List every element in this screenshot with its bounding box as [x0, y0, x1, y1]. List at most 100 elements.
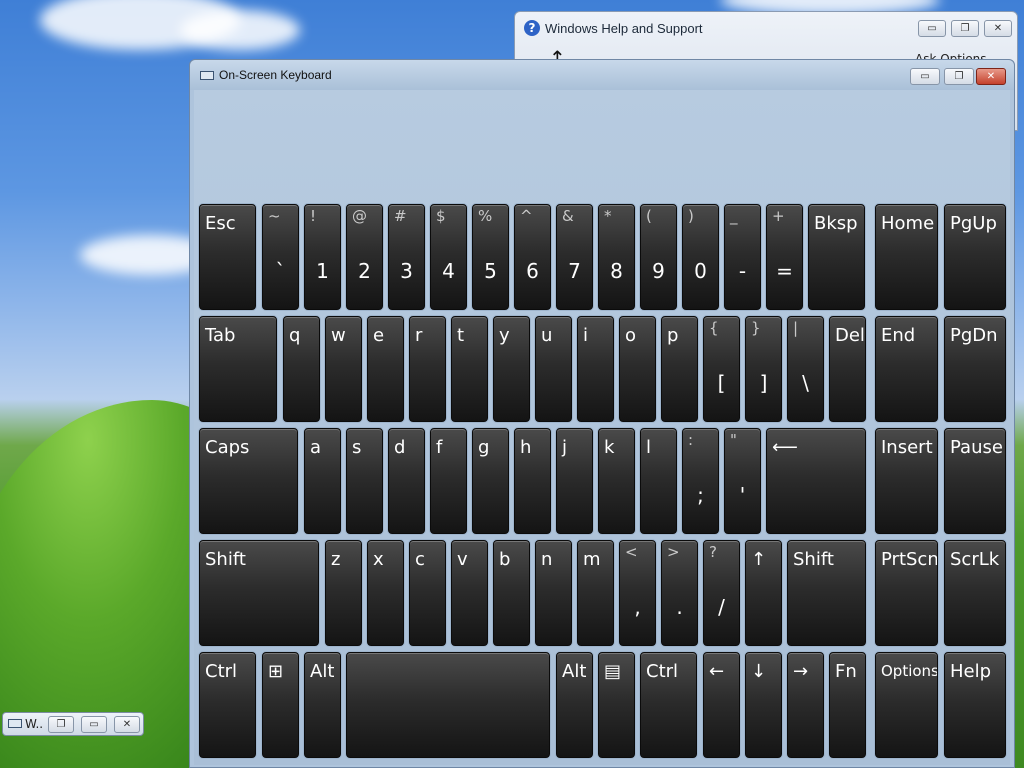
key-lbracket[interactable]: {[ [703, 316, 740, 422]
key-ralt[interactable]: Alt [556, 652, 593, 758]
key-5[interactable]: % 5 [472, 204, 509, 310]
key-prtscn[interactable]: PrtScn [875, 540, 938, 646]
key-options[interactable]: Options [875, 652, 938, 758]
key-2[interactable]: @2 [346, 204, 383, 310]
key-space[interactable] [346, 652, 550, 758]
key-end[interactable]: End [875, 316, 938, 422]
key-minus[interactable]: _ - [724, 204, 761, 310]
mini-close-button[interactable]: ✕ [114, 716, 140, 733]
key-f[interactable]: f [430, 428, 467, 534]
key-4[interactable]: $4 [430, 204, 467, 310]
key-scrlk[interactable]: ScrLk [944, 540, 1006, 646]
key-backtick[interactable]: ~ ` [262, 204, 299, 310]
key-7[interactable]: & 7 [556, 204, 593, 310]
key-u[interactable]: u [535, 316, 572, 422]
key-o[interactable]: o [619, 316, 656, 422]
key-z[interactable]: z [325, 540, 362, 646]
key-d[interactable]: d [388, 428, 425, 534]
key-rshift[interactable]: Shift [787, 540, 866, 646]
key-comma[interactable]: <, [619, 540, 656, 646]
key-w[interactable]: w [325, 316, 362, 422]
key-6[interactable]: ^ 6 [514, 204, 551, 310]
osk-minimize-button[interactable]: ▭ [910, 68, 940, 85]
key-up[interactable]: ↑ [745, 540, 782, 646]
key-h[interactable]: h [514, 428, 551, 534]
key-label: ↓ [751, 661, 767, 682]
key-v[interactable]: v [451, 540, 488, 646]
key-tab[interactable]: Tab [199, 316, 277, 422]
key-equals[interactable]: + = [766, 204, 803, 310]
key-caps[interactable]: Caps [199, 428, 298, 534]
key-q[interactable]: q [283, 316, 320, 422]
key-i[interactable]: i [577, 316, 614, 422]
key-right[interactable]: → [787, 652, 824, 758]
minimized-window[interactable]: W.. ❐ ▭ ✕ [2, 712, 144, 736]
key-del[interactable]: Del [829, 316, 866, 422]
key-base-label: ; [697, 483, 704, 507]
key-insert[interactable]: Insert [875, 428, 938, 534]
key-8[interactable]: * 8 [598, 204, 635, 310]
key-base-label: 7 [568, 259, 581, 283]
key-help[interactable]: Help [944, 652, 1006, 758]
key-b[interactable]: b [493, 540, 530, 646]
key-shift-label: ! [310, 207, 317, 225]
key-lalt[interactable]: Alt [304, 652, 341, 758]
key-base-label: 8 [610, 259, 623, 283]
key-base-label: 3 [400, 259, 413, 283]
key-enter[interactable]: ⟵ [766, 428, 866, 534]
key-y[interactable]: y [493, 316, 530, 422]
key-win[interactable]: ⊞ [262, 652, 299, 758]
key-backslash[interactable]: | \ [787, 316, 824, 422]
key-label: u [541, 325, 553, 346]
key-bksp[interactable]: Bksp [808, 204, 865, 310]
key-rctrl[interactable]: Ctrl [640, 652, 697, 758]
help-minimize-button[interactable]: ▭ [918, 20, 946, 37]
help-restore-button[interactable]: ❐ [951, 20, 979, 37]
key-menu[interactable]: ▤ [598, 652, 635, 758]
key-period[interactable]: >. [661, 540, 698, 646]
mini-maximize-button[interactable]: ▭ [81, 716, 107, 733]
key-p[interactable]: p [661, 316, 698, 422]
key-pause[interactable]: Pause [944, 428, 1006, 534]
osk-restore-button[interactable]: ❐ [944, 68, 974, 85]
key-t[interactable]: t [451, 316, 488, 422]
key-label: ← [709, 661, 725, 682]
key-fn[interactable]: Fn [829, 652, 866, 758]
key-label: End [881, 325, 916, 346]
key-0[interactable]: ) 0 [682, 204, 719, 310]
key-c[interactable]: c [409, 540, 446, 646]
key-e[interactable]: e [367, 316, 404, 422]
key-a[interactable]: a [304, 428, 341, 534]
key-3[interactable]: #3 [388, 204, 425, 310]
help-close-button[interactable]: ✕ [984, 20, 1012, 37]
key-lctrl[interactable]: Ctrl [199, 652, 256, 758]
key-9[interactable]: (9 [640, 204, 677, 310]
key-x[interactable]: x [367, 540, 404, 646]
osk-window[interactable]: On-Screen Keyboard ▭ ❐ ✕ Esc ~ `! 1 @2 #3 $4% 5… [189, 59, 1015, 768]
key-n[interactable]: n [535, 540, 572, 646]
key-down[interactable]: ↓ [745, 652, 782, 758]
key-j[interactable]: j [556, 428, 593, 534]
key-left[interactable]: ← [703, 652, 740, 758]
key-home[interactable]: Home [875, 204, 938, 310]
key-label: q [289, 325, 301, 346]
key-r[interactable]: r [409, 316, 446, 422]
mini-restore-button[interactable]: ❐ [48, 716, 74, 733]
key-s[interactable]: s [346, 428, 383, 534]
key-label: c [415, 549, 425, 570]
osk-close-button[interactable]: ✕ [976, 68, 1006, 85]
key-pgup[interactable]: PgUp [944, 204, 1006, 310]
key-semicolon[interactable]: :; [682, 428, 719, 534]
key-quote[interactable]: " ' [724, 428, 761, 534]
key-pgdn[interactable]: PgDn [944, 316, 1006, 422]
key-m[interactable]: m [577, 540, 614, 646]
key-esc[interactable]: Esc [199, 204, 256, 310]
key-l[interactable]: l [640, 428, 677, 534]
key-slash[interactable]: ? / [703, 540, 740, 646]
key-1[interactable]: ! 1 [304, 204, 341, 310]
key-k[interactable]: k [598, 428, 635, 534]
key-rbracket[interactable]: }] [745, 316, 782, 422]
key-lshift[interactable]: Shift [199, 540, 319, 646]
key-g[interactable]: g [472, 428, 509, 534]
osk-titlebar[interactable]: On-Screen Keyboard ▭ ❐ ✕ [190, 60, 1014, 90]
